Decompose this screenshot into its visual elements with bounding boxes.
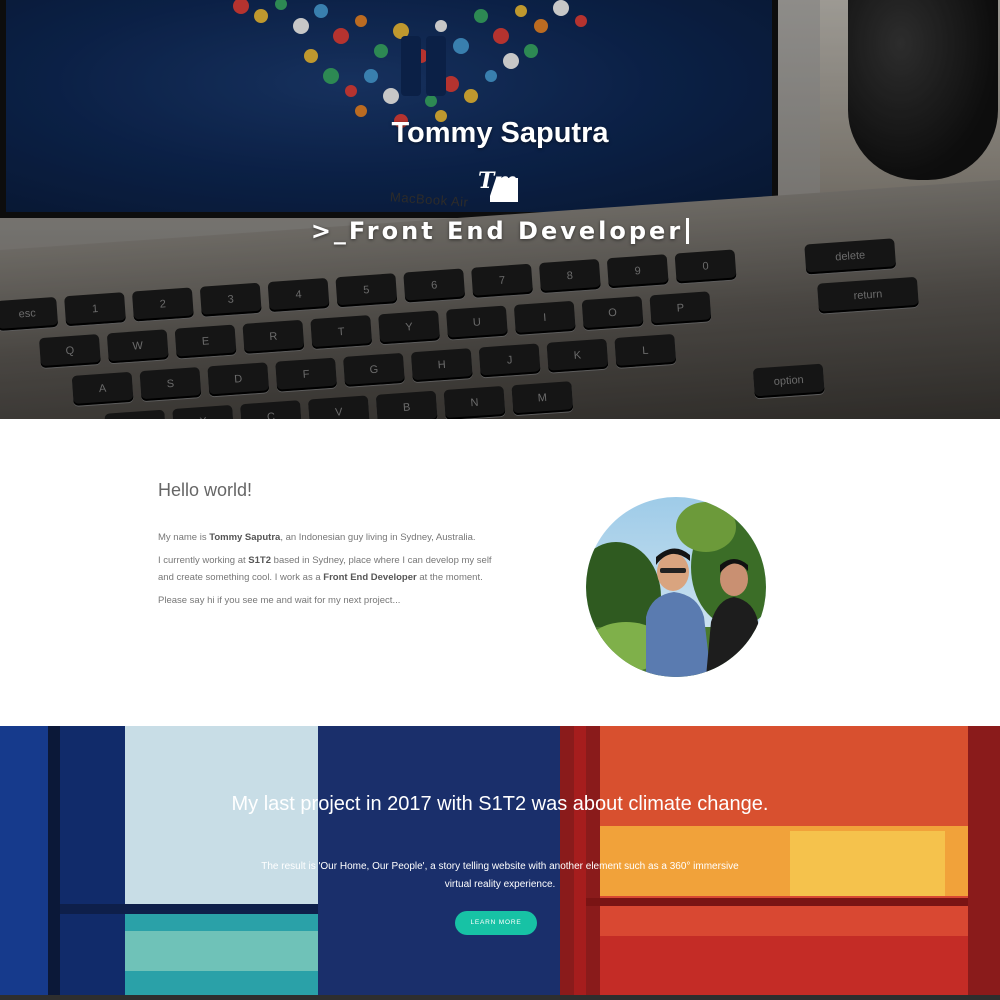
hero-role: >_Front End Developer — [0, 217, 1000, 245]
project-title: My last project in 2017 with S1T2 was ab… — [231, 793, 769, 815]
about-paragraph-3: Please say hi if you see me and wait for… — [158, 595, 401, 606]
about-text: My name is Tommy Saputra, an Indonesian … — [158, 529, 498, 615]
avatar — [586, 497, 766, 677]
project-section: My last project in 2017 with S1T2 was ab… — [0, 726, 1000, 1000]
tm-logo-icon: Tm — [478, 168, 518, 202]
typing-cursor — [686, 218, 690, 244]
about-section: Hello world! My name is Tommy Saputra, a… — [0, 419, 1000, 726]
profile-photo — [586, 497, 766, 677]
about-paragraph-2: I currently working at S1T2 based in Syd… — [158, 555, 492, 583]
hero-section: MacBook Air esc 1 2 3 4 5 6 7 8 9 0 Q W E R T Y U I O P A S D F G… — [0, 0, 1000, 419]
project-description: The result is 'Our Home, Our People', a … — [261, 861, 739, 890]
hero-role-text: >_Front End Developer — [310, 217, 684, 245]
bottom-bar — [0, 995, 1000, 1000]
learn-more-button[interactable]: LEARN MORE — [455, 911, 537, 935]
about-title: Hello world! — [158, 480, 253, 500]
hero-overlay — [0, 0, 1000, 419]
logo-text: Tm — [478, 168, 518, 194]
about-paragraph-1: My name is Tommy Saputra, an Indonesian … — [158, 532, 476, 543]
hero-name: Tommy Saputra — [391, 117, 609, 149]
